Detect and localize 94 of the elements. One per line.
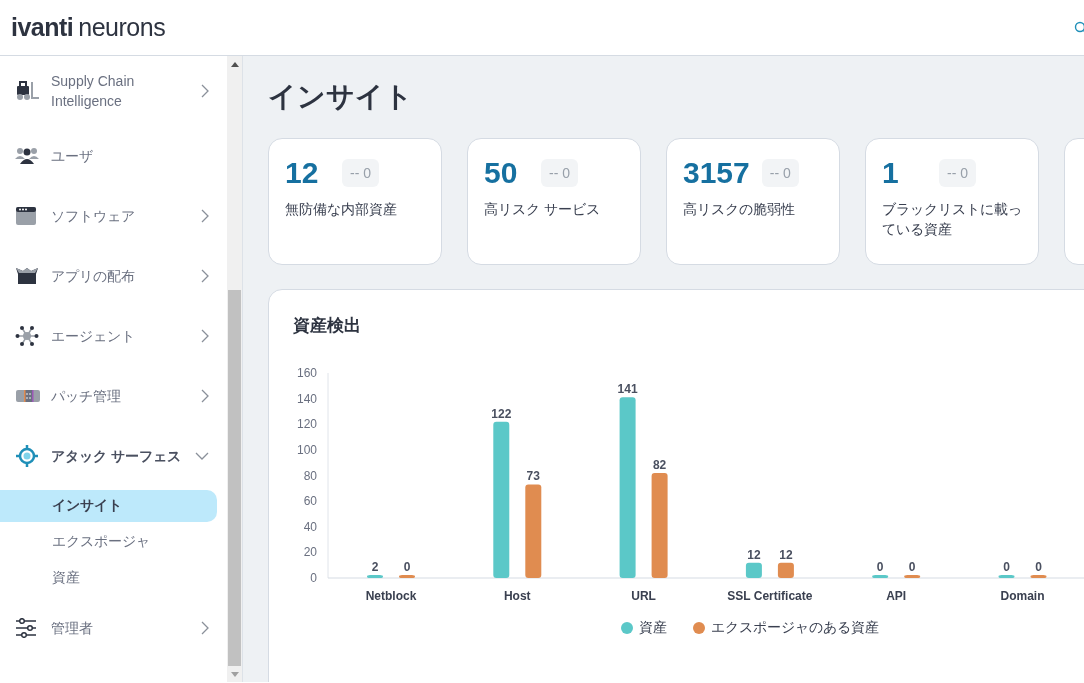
bar-value-label: 0 — [1035, 560, 1042, 574]
chevron-right-icon[interactable] — [201, 621, 209, 635]
sidebar-item-label: Supply Chain Intelligence — [51, 72, 136, 111]
sidebar-item[interactable]: アプリの配布 — [0, 246, 227, 306]
change-badge: -- 0 — [342, 159, 379, 187]
axis-tick-label: 60 — [303, 494, 317, 509]
stat-card[interactable]: 1 -- 0 ブラックリストに載っている資産 — [865, 138, 1039, 265]
axis-tick-label: 120 — [296, 417, 317, 432]
axis-tick-label: 160 — [296, 366, 317, 380]
sidebar-item-label: アタック サーフェス — [51, 447, 182, 466]
bar — [367, 575, 383, 578]
chevron-right-icon[interactable] — [201, 389, 209, 403]
stat-card[interactable]: 12 -- 0 無防備な内部資産 — [268, 138, 442, 265]
bar — [777, 562, 794, 578]
sidebar-item[interactable]: ユーザ — [0, 126, 227, 186]
window-icon — [15, 206, 37, 226]
stat-card[interactable]: 50 -- 0 高リスク サービス — [467, 138, 641, 265]
axis-tick-label: 40 — [303, 519, 317, 534]
chevron-right-icon[interactable] — [201, 209, 209, 223]
bar — [745, 562, 762, 578]
bar-value-label: 2 — [371, 560, 379, 574]
bar-value-label: 82 — [652, 457, 667, 472]
sidebar-item-label: エージェント — [51, 327, 136, 346]
axis-tick-label: 80 — [303, 468, 317, 483]
axis-tick-label: 140 — [296, 391, 317, 406]
change-badge: -- 0 — [541, 159, 578, 187]
stat-card[interactable]: 3157 -- 0 高リスクの脆弱性 — [666, 138, 840, 265]
sidebar-item[interactable]: Supply Chain Intelligence — [0, 56, 227, 126]
scroll-down-icon[interactable] — [230, 671, 239, 677]
sidebar-item[interactable]: パッチ管理 — [0, 366, 227, 426]
bar-value-label: 73 — [526, 469, 540, 484]
sidebar-item[interactable]: ソフトウェア — [0, 186, 227, 246]
chevron-right-icon[interactable] — [201, 84, 209, 98]
bar-value-label: 122 — [491, 406, 512, 421]
page-title: インサイト — [268, 80, 414, 114]
bar-value-label: 0 — [403, 560, 411, 574]
stat-label: 高リスク サービス — [484, 200, 601, 219]
sliders-icon — [15, 618, 37, 638]
search-icon[interactable] — [1074, 20, 1084, 35]
bar-value-label: 0 — [908, 560, 916, 574]
bar — [399, 575, 415, 578]
patch-icon — [15, 389, 41, 403]
sidebar-subitem[interactable]: エクスポージャ — [0, 526, 217, 558]
bar — [998, 575, 1015, 578]
stat-value: 50 — [484, 156, 519, 190]
change-badge: -- 0 — [939, 159, 976, 187]
axis-tick-label: 20 — [303, 545, 317, 560]
sidebar-item[interactable]: アタック サーフェス — [0, 426, 227, 486]
bar — [904, 575, 921, 578]
users-icon — [15, 146, 39, 166]
sidebar-item-label: パッチ管理 — [51, 387, 122, 406]
stat-label: 高リスクの脆弱性 — [683, 200, 796, 219]
category-label: Domain — [1000, 589, 1045, 603]
stat-value: 3157 — [683, 156, 750, 190]
bar-value-label: 141 — [617, 382, 638, 397]
box-icon — [15, 266, 39, 286]
chevron-down-icon[interactable] — [195, 452, 209, 460]
stat-value: 12 — [285, 156, 320, 190]
target-icon — [15, 444, 39, 468]
sidebar-item[interactable]: エージェント — [0, 306, 227, 366]
stat-label: 無防備な内部資産 — [285, 200, 398, 219]
sidebar-item-label: アプリの配布 — [51, 267, 136, 286]
bar-value-label: 0 — [876, 560, 884, 574]
chart-title: 資産検出 — [293, 315, 361, 337]
change-badge: -- 0 — [761, 159, 799, 187]
scroll-up-icon[interactable] — [230, 61, 239, 67]
category-label: API — [886, 589, 907, 603]
chevron-right-icon[interactable] — [201, 269, 209, 283]
stat-value: 1 — [882, 156, 900, 190]
bar — [1030, 575, 1047, 578]
axis-tick-label: 0 — [310, 571, 317, 585]
category-label: Netblock — [365, 589, 417, 603]
bar-value-label: 12 — [747, 547, 761, 562]
sidebar-item[interactable]: 管理者 — [0, 598, 227, 658]
category-label: Host — [503, 589, 531, 603]
chevron-right-icon[interactable] — [201, 329, 209, 343]
stat-label: ブラックリストに載っている資産 — [882, 200, 1023, 239]
bar-value-label: 12 — [779, 547, 793, 562]
sidebar-subitem[interactable]: 資産 — [0, 562, 217, 594]
logo: ivanti neurons — [11, 13, 166, 42]
sidebar-item-label: ユーザ — [51, 147, 94, 166]
sidebar-subitem[interactable]: インサイト — [0, 490, 217, 522]
bar-value-label: 0 — [1003, 560, 1010, 574]
category-label: URL — [631, 589, 656, 603]
legend-label: 資産 — [639, 619, 667, 637]
sidebar-item-label: 管理者 — [51, 619, 94, 638]
scrollbar-thumb[interactable] — [228, 290, 241, 666]
sidebar-item-label: ソフトウェア — [51, 207, 136, 226]
network-icon — [15, 325, 39, 347]
category-label: SSL Certificate — [727, 589, 813, 603]
legend-label: エクスポージャのある資産 — [711, 619, 879, 637]
forklift-icon — [15, 80, 41, 102]
bar — [872, 575, 889, 578]
axis-tick-label: 100 — [296, 442, 317, 457]
